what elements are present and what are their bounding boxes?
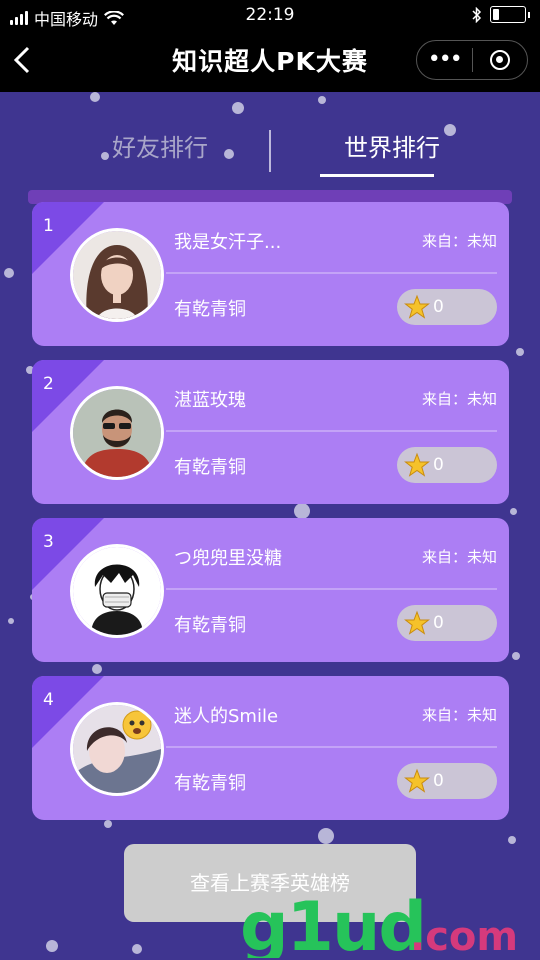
star-icon (404, 610, 430, 635)
score-value: 0 (433, 613, 444, 633)
top-bar: 中国移动 22:19 知识超人PK大赛 ••• (0, 0, 540, 92)
score-pill: 0 (397, 763, 497, 799)
battery-icon (490, 6, 526, 23)
score-pill: 0 (397, 605, 497, 641)
avatar (70, 386, 164, 480)
star-icon (404, 768, 430, 793)
rank-number: 4 (43, 690, 54, 710)
tab-friends[interactable]: 好友排行 (60, 128, 260, 163)
bluetooth-icon (472, 6, 482, 23)
target-icon (489, 50, 510, 70)
ranking-tabs: 好友排行 世界排行 (0, 128, 540, 182)
watermark-logo: g1ud .com (240, 888, 518, 958)
score-value: 0 (433, 455, 444, 475)
star-icon (404, 452, 430, 477)
close-mini-program-button[interactable] (473, 50, 528, 70)
ranking-card[interactable]: 3 つ兜兜里没糖 来自：未知 有乾青铜 0 (32, 518, 509, 662)
rank-number: 3 (43, 532, 54, 552)
player-name: 湛蓝玫瑰 (174, 390, 246, 411)
tab-world-label: 世界排行 (344, 134, 440, 162)
more-icon[interactable]: ••• (417, 40, 472, 80)
star-icon (404, 294, 430, 319)
score-value: 0 (433, 771, 444, 791)
player-origin: 来自：未知 (421, 390, 497, 408)
score-pill: 0 (397, 289, 497, 325)
player-tier: 有乾青铜 (174, 615, 246, 636)
status-time: 22:19 (245, 5, 295, 25)
svg-text:.com: .com (410, 914, 518, 958)
player-tier: 有乾青铜 (174, 773, 246, 794)
avatar (70, 702, 164, 796)
tab-divider (269, 130, 271, 172)
status-bar: 中国移动 22:19 (0, 0, 540, 32)
player-origin: 来自：未知 (421, 232, 497, 250)
score-pill: 0 (397, 447, 497, 483)
player-origin: 来自：未知 (421, 706, 497, 724)
ranking-card[interactable]: 1 我是女汗子... 来自：未知 有乾青铜 0 (32, 202, 509, 346)
player-name: 迷人的Smile (174, 706, 279, 727)
avatar (70, 228, 164, 322)
ranking-card[interactable]: 2 湛蓝玫瑰 来自：未知 有乾青铜 0 (32, 360, 509, 504)
player-name: つ兜兜里没糖 (174, 548, 282, 569)
svg-text:g1ud: g1ud (240, 888, 425, 958)
player-origin: 来自：未知 (421, 548, 497, 566)
player-name: 我是女汗子... (174, 232, 282, 253)
player-tier: 有乾青铜 (174, 299, 246, 320)
mini-program-capsule: ••• (416, 40, 528, 80)
tab-world[interactable]: 世界排行 (292, 128, 492, 177)
player-tier: 有乾青铜 (174, 457, 246, 478)
rank-number: 2 (43, 374, 54, 394)
score-value: 0 (433, 297, 444, 317)
active-tab-indicator (320, 174, 434, 177)
ranking-card[interactable]: 4 迷人的Smile 来自：未知 有乾青铜 0 (32, 676, 509, 820)
rank-number: 1 (43, 216, 54, 236)
avatar (70, 544, 164, 638)
nav-bar: 知识超人PK大赛 ••• (0, 32, 540, 92)
